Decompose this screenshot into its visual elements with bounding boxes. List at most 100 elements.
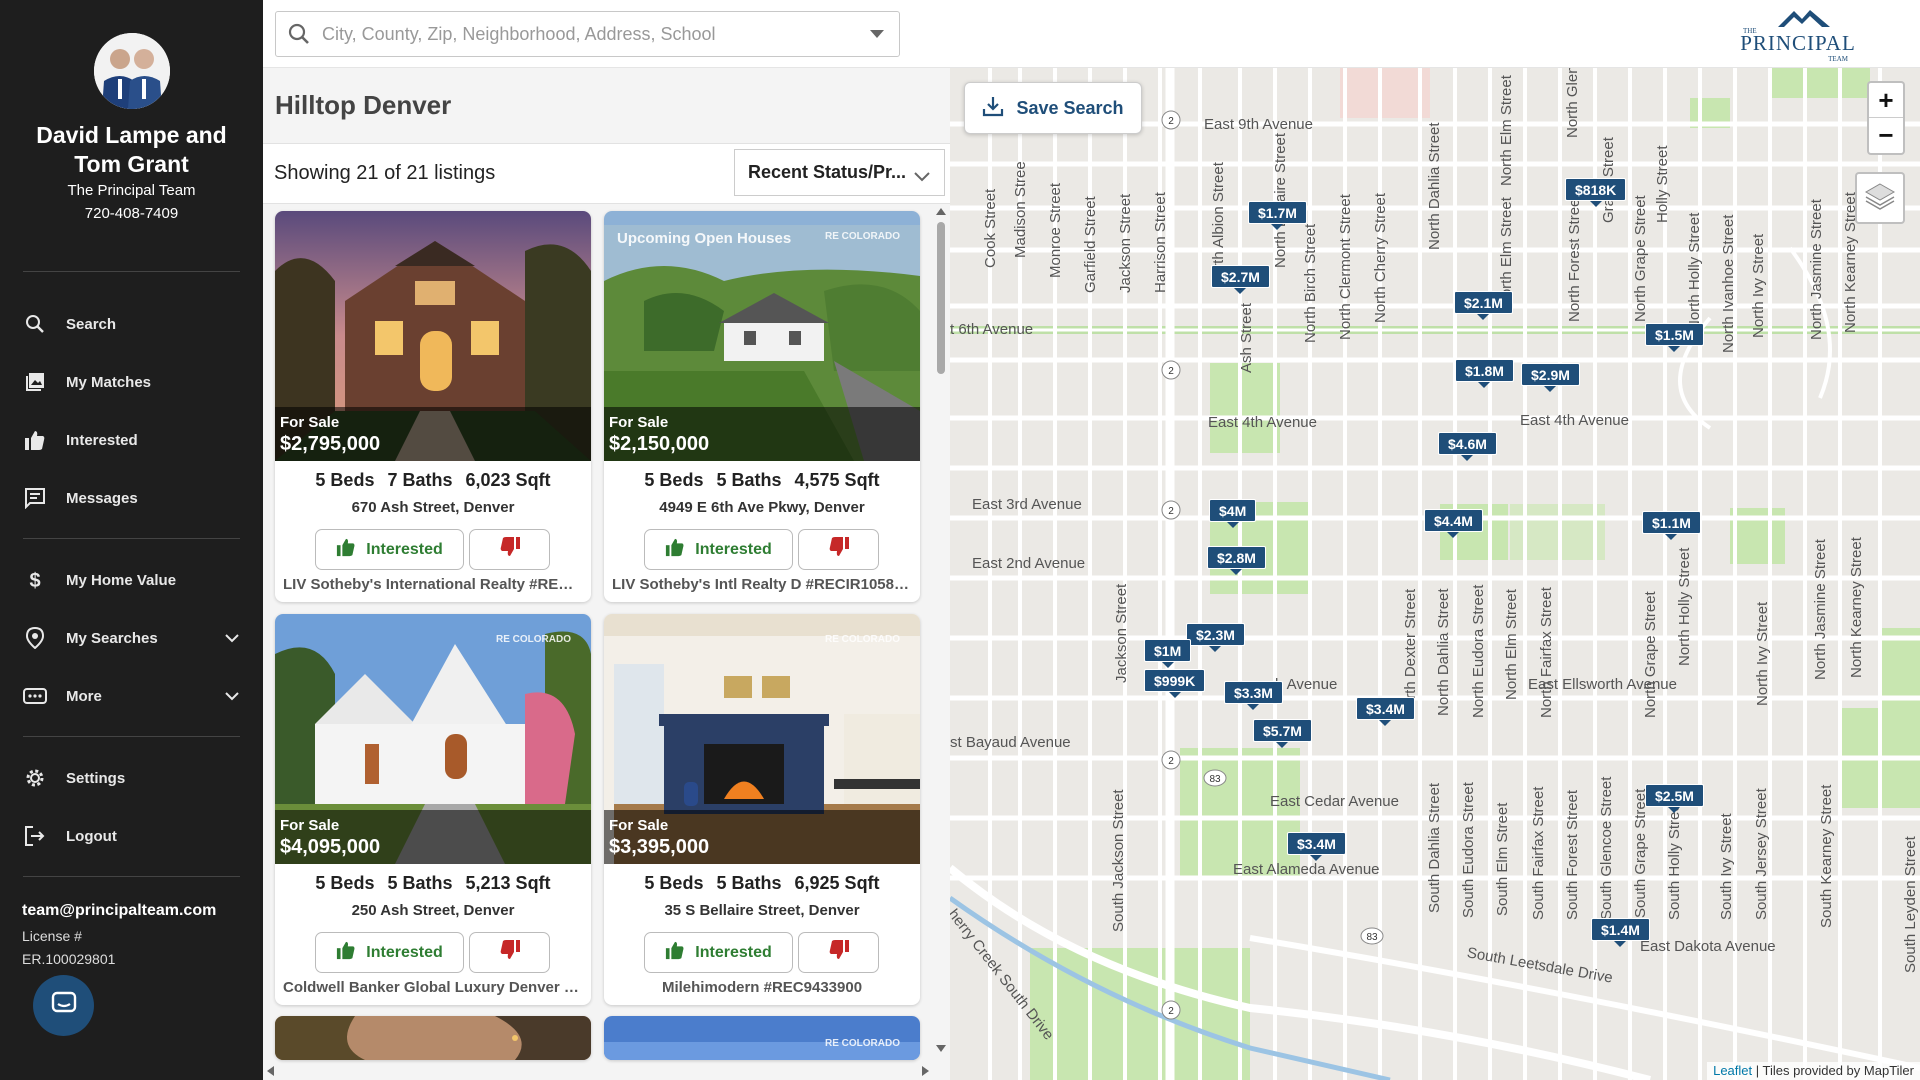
price-marker[interactable]: $4.6M (1438, 432, 1497, 461)
nav-more[interactable]: More (0, 674, 263, 718)
listing-brokerage: Milehimodern #REC9433900 (661, 979, 863, 996)
listings-scrollbar[interactable] (934, 204, 948, 1056)
road-label: North Elm Street (1498, 75, 1515, 186)
svg-text:$: $ (29, 570, 40, 591)
listing-photo[interactable]: Upcoming Open Houses RE COLORADO For Sal… (604, 211, 920, 461)
listing-address[interactable]: 670 Ash Street, Denver (275, 499, 591, 516)
scrollbar-thumb[interactable] (937, 222, 945, 374)
nav-messages[interactable]: Messages (0, 476, 263, 520)
brand-logo[interactable]: THE PRINCIPAL TEAM (1738, 5, 1858, 63)
not-interested-button[interactable] (798, 932, 879, 973)
nav-logout[interactable]: Logout (0, 814, 263, 858)
price-marker[interactable]: $1.7M (1248, 201, 1307, 230)
price-marker[interactable]: $1M (1144, 639, 1192, 668)
listing-brokerage: LIV Sotheby's International Realty #REC2… (283, 576, 590, 593)
listing-card[interactable]: RE COLORADO (604, 1016, 920, 1060)
price-marker[interactable]: $4M (1209, 499, 1257, 528)
interested-button[interactable]: Interested (315, 932, 464, 973)
price-marker[interactable]: $2.8M (1207, 546, 1266, 575)
listing-price: $4,095,000 (280, 836, 381, 858)
listing-photo[interactable]: For Sale $2,795,000 (275, 211, 591, 461)
search-box[interactable] (275, 11, 900, 57)
nav-my-searches[interactable]: My Searches (0, 616, 263, 660)
road-label: South Eudora Street (1460, 782, 1477, 918)
not-interested-button[interactable] (469, 932, 550, 973)
thumbs-up-icon (22, 427, 48, 453)
nav-label: More (66, 687, 102, 705)
price-marker[interactable]: $2.7M (1211, 265, 1270, 294)
interested-button[interactable]: Interested (644, 932, 793, 973)
not-interested-button[interactable] (469, 529, 550, 570)
listing-photo[interactable]: RE COLORADO For Sale $3,395,000 (604, 614, 920, 864)
interested-button[interactable]: Interested (315, 529, 464, 570)
price-marker[interactable]: $4.4M (1424, 509, 1483, 538)
nav-search[interactable]: Search (0, 302, 263, 346)
license-number: ER.100029801 (22, 951, 116, 967)
listing-address[interactable]: 250 Ash Street, Denver (275, 902, 591, 919)
price-marker[interactable]: $3.3M (1224, 681, 1283, 710)
price-marker[interactable]: $818K (1565, 178, 1627, 207)
listings-toolbar: Showing 21 of 21 listings Recent Status/… (263, 143, 950, 204)
listing-card[interactable]: RE COLORADO For Sale $4,095,000 5 Beds 5… (275, 614, 591, 1005)
price-marker[interactable]: $3.4M (1287, 832, 1346, 861)
listing-card[interactable]: For Sale $2,795,000 5 Beds 7 Baths 6,023… (275, 211, 591, 602)
price-marker[interactable]: $3.4M (1356, 697, 1415, 726)
thumbs-down-icon (828, 939, 850, 966)
listing-photo[interactable]: RE COLORADO For Sale $4,095,000 (275, 614, 591, 864)
road-label: Jackson Street (1113, 583, 1130, 683)
listing-photo[interactable] (275, 1016, 591, 1060)
nav-label: Search (66, 315, 117, 333)
price-marker[interactable]: $5.7M (1253, 719, 1312, 748)
nav-my-matches[interactable]: My Matches (0, 360, 263, 404)
zoom-out-button[interactable]: − (1869, 118, 1903, 153)
map[interactable]: 2 2 2 2 83 83 2 East 9th Avenue t 6th Av… (950, 68, 1920, 1080)
listing-card[interactable]: RE COLORADO For Sale $3,395,000 5 Beds 5… (604, 614, 920, 1005)
dollar-icon: $ (22, 567, 48, 593)
price-marker[interactable]: $1.1M (1642, 511, 1701, 540)
listing-address[interactable]: 35 S Bellaire Street, Denver (604, 902, 920, 919)
team-email[interactable]: team@principalteam.com (22, 902, 216, 920)
price-marker[interactable]: $2.5M (1645, 784, 1704, 813)
dropdown-arrow-icon[interactable] (855, 30, 899, 38)
price-marker[interactable]: $2.9M (1521, 363, 1580, 392)
chevron-down-icon[interactable] (225, 688, 239, 705)
road-label: East 4th Avenue (1520, 412, 1629, 429)
listing-baths: 5 Baths (716, 470, 782, 490)
zoom-in-button[interactable]: + (1869, 83, 1903, 118)
shield-label: 2 (1168, 116, 1174, 127)
listing-address[interactable]: 4949 E 6th Ave Pkwy, Denver (604, 499, 920, 516)
price-marker[interactable]: $2.1M (1454, 291, 1513, 320)
sort-select[interactable]: Recent Status/Pr... (734, 149, 945, 196)
price-marker[interactable]: $999K (1144, 669, 1206, 698)
leaflet-link[interactable]: Leaflet (1713, 1063, 1752, 1078)
search-input[interactable] (322, 23, 855, 45)
listing-sqft: 6,023 Sqft (465, 470, 551, 490)
price-marker[interactable]: $1.5M (1645, 323, 1704, 352)
not-interested-button[interactable] (798, 529, 879, 570)
listing-card[interactable]: Upcoming Open Houses RE COLORADO For Sal… (604, 211, 920, 602)
listing-brokerage: Coldwell Banker Global Luxury Denver #..… (283, 979, 585, 996)
thumbs-up-icon (336, 537, 366, 562)
price-marker[interactable]: $1.4M (1591, 918, 1650, 947)
listing-card[interactable] (275, 1016, 591, 1060)
nav-my-home-value[interactable]: $ My Home Value (0, 558, 263, 602)
price-marker[interactable]: $2.3M (1186, 623, 1245, 652)
chat-button[interactable] (33, 975, 94, 1036)
price-marker[interactable]: $1.8M (1455, 359, 1514, 388)
road-label: North Dahlia Street (1426, 122, 1443, 250)
listings-horizontal-scrollbar[interactable] (263, 1062, 934, 1080)
save-search-button[interactable]: Save Search (964, 82, 1142, 134)
sidebar: David Lampe and Tom Grant The Principal … (0, 0, 263, 1080)
agent-phone[interactable]: 720-408-7409 (0, 205, 263, 222)
nav-settings[interactable]: Settings (0, 756, 263, 800)
open-house-badge: Upcoming Open Houses (617, 230, 792, 247)
listing-specs: 5 Beds 5 Baths 4,575 Sqft (604, 470, 920, 491)
chevron-down-icon[interactable] (225, 630, 239, 647)
road-label: North Forest Street (1566, 194, 1583, 322)
listing-count: Showing 21 of 21 listings (274, 162, 496, 184)
interested-button[interactable]: Interested (644, 529, 793, 570)
road-label: North Grape Street (1632, 195, 1649, 322)
layers-button[interactable] (1855, 172, 1905, 224)
nav-interested[interactable]: Interested (0, 418, 263, 462)
road-label: East Dakota Avenue (1640, 938, 1776, 955)
